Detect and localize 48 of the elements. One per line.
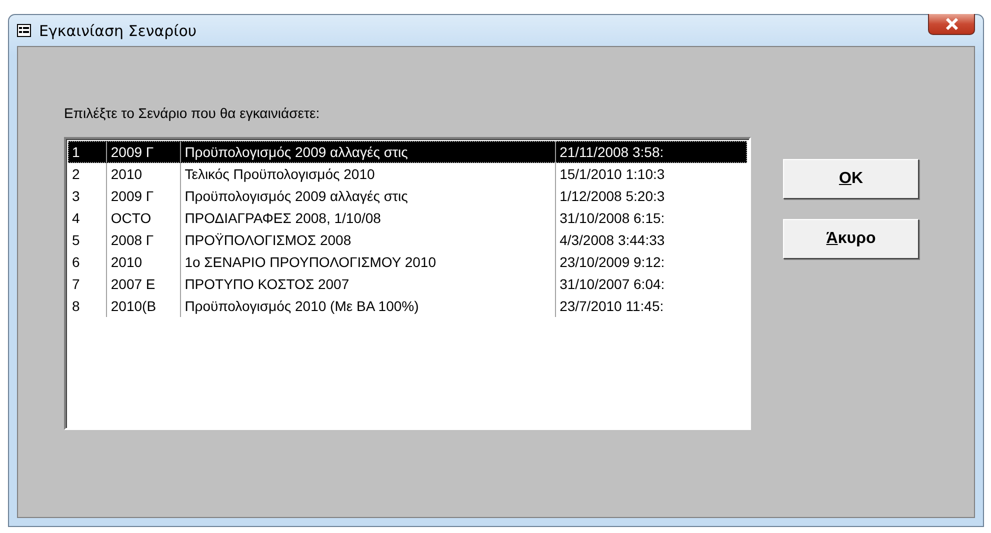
list-cell: Προϋπολογισμός 2009 αλλαγές στις bbox=[180, 141, 555, 163]
list-row[interactable]: 1 2009 Γ Προϋπολογισμός 2009 αλλαγές στις 21/11/2008 3:58: bbox=[68, 141, 747, 163]
list-cell-text: 3 bbox=[71, 187, 81, 206]
list-row[interactable]: 8 2010(B Προϋπολογισμός 2010 (Με ΒΑ 100%) 23/7/2010 11:45: bbox=[68, 295, 747, 317]
close-icon bbox=[944, 18, 958, 30]
list-cell: ΠΡΟΫΠΟΛΟΓΙΣΜΟΣ 2008 bbox=[180, 229, 555, 251]
close-button[interactable] bbox=[928, 14, 975, 35]
list-row[interactable]: 6 2010 1ο ΣΕΝΑΡΙΟ ΠΡΟΥΠΟΛΟΓΙΣΜΟΥ 2010 23/10/2009 9:12: bbox=[68, 251, 747, 273]
list-cell: Τελικός Προϋπολογισμός 2010 bbox=[180, 163, 555, 185]
list-cell-text: 7 bbox=[71, 275, 81, 294]
list-cell: OCTO bbox=[106, 207, 180, 229]
dialog-button[interactable]: OK bbox=[783, 159, 919, 199]
list-cell: ΠΡΟΤΥΠΟ ΚΟΣΤΟΣ 2007 bbox=[180, 273, 555, 295]
list-cell: 2010(B bbox=[106, 295, 180, 317]
list-row[interactable]: 4 OCTO ΠΡΟΔΙΑΓΡΑΦΕΣ 2008, 1/10/08 31/10/2008 6:15: bbox=[68, 207, 747, 229]
list-cell: ΠΡΟΔΙΑΓΡΑΦΕΣ 2008, 1/10/08 bbox=[180, 207, 555, 229]
list-cell: 31/10/2007 6:04: bbox=[554, 273, 747, 295]
prompt-label: Επιλέξτε το Σενάριο που θα εγκαινιάσετε: bbox=[64, 105, 321, 121]
list-row[interactable]: 7 2007 Ε ΠΡΟΤΥΠΟ ΚΟΣΤΟΣ 2007 31/10/2007 6:04: bbox=[68, 273, 747, 295]
window-title: Εγκαινίαση Σεναρίου bbox=[39, 22, 197, 40]
list-cell: 1ο ΣΕΝΑΡΙΟ ΠΡΟΥΠΟΛΟΓΙΣΜΟΥ 2010 bbox=[180, 251, 555, 273]
list-cell: 15/1/2010 1:10:3 bbox=[554, 163, 747, 185]
list-cell: 23/10/2009 9:12: bbox=[554, 251, 747, 273]
list-cell: 2009 Γ bbox=[106, 141, 180, 163]
list-cell-text: 6 bbox=[71, 253, 81, 272]
list-cell: 2007 Ε bbox=[106, 273, 180, 295]
list-cell: 1/12/2008 5:20:3 bbox=[554, 185, 747, 207]
list-cell: 2009 Γ bbox=[106, 185, 180, 207]
dialog-button[interactable]: Άκυρο bbox=[783, 219, 919, 259]
form-icon bbox=[17, 24, 31, 37]
list-cell: 21/11/2008 3:58: bbox=[554, 141, 747, 163]
list-cell: Προϋπολογισμός 2010 (Με ΒΑ 100%) bbox=[180, 295, 555, 317]
list-cell: Προϋπολογισμός 2009 αλλαγές στις bbox=[180, 185, 555, 207]
list-row[interactable]: 2 2010 Τελικός Προϋπολογισμός 2010 15/1/2010 1:10:3 bbox=[68, 163, 747, 185]
list-cell: 23/7/2010 11:45: bbox=[554, 295, 747, 317]
list-cell: 2008 Γ bbox=[106, 229, 180, 251]
list-cell-text: 1 bbox=[71, 143, 81, 162]
list-cell-text: 5 bbox=[71, 231, 81, 250]
list-cell: 2010 bbox=[106, 251, 180, 273]
list-cell: 2010 bbox=[106, 163, 180, 185]
list-cell-text: 4 bbox=[71, 209, 81, 228]
list-row[interactable]: 5 2008 Γ ΠΡΟΫΠΟΛΟΓΙΣΜΟΣ 2008 4/3/2008 3:44:33 bbox=[68, 229, 747, 251]
list-cell-text: 2 bbox=[71, 165, 81, 184]
list-cell-text: 8 bbox=[71, 297, 81, 316]
list-cell: 31/10/2008 6:15: bbox=[554, 207, 747, 229]
scenario-list[interactable] bbox=[64, 137, 751, 430]
list-cell: 4/3/2008 3:44:33 bbox=[554, 229, 747, 251]
list-row[interactable]: 3 2009 Γ Προϋπολογισμός 2009 αλλαγές στις 1/12/2008 5:20:3 bbox=[68, 185, 747, 207]
